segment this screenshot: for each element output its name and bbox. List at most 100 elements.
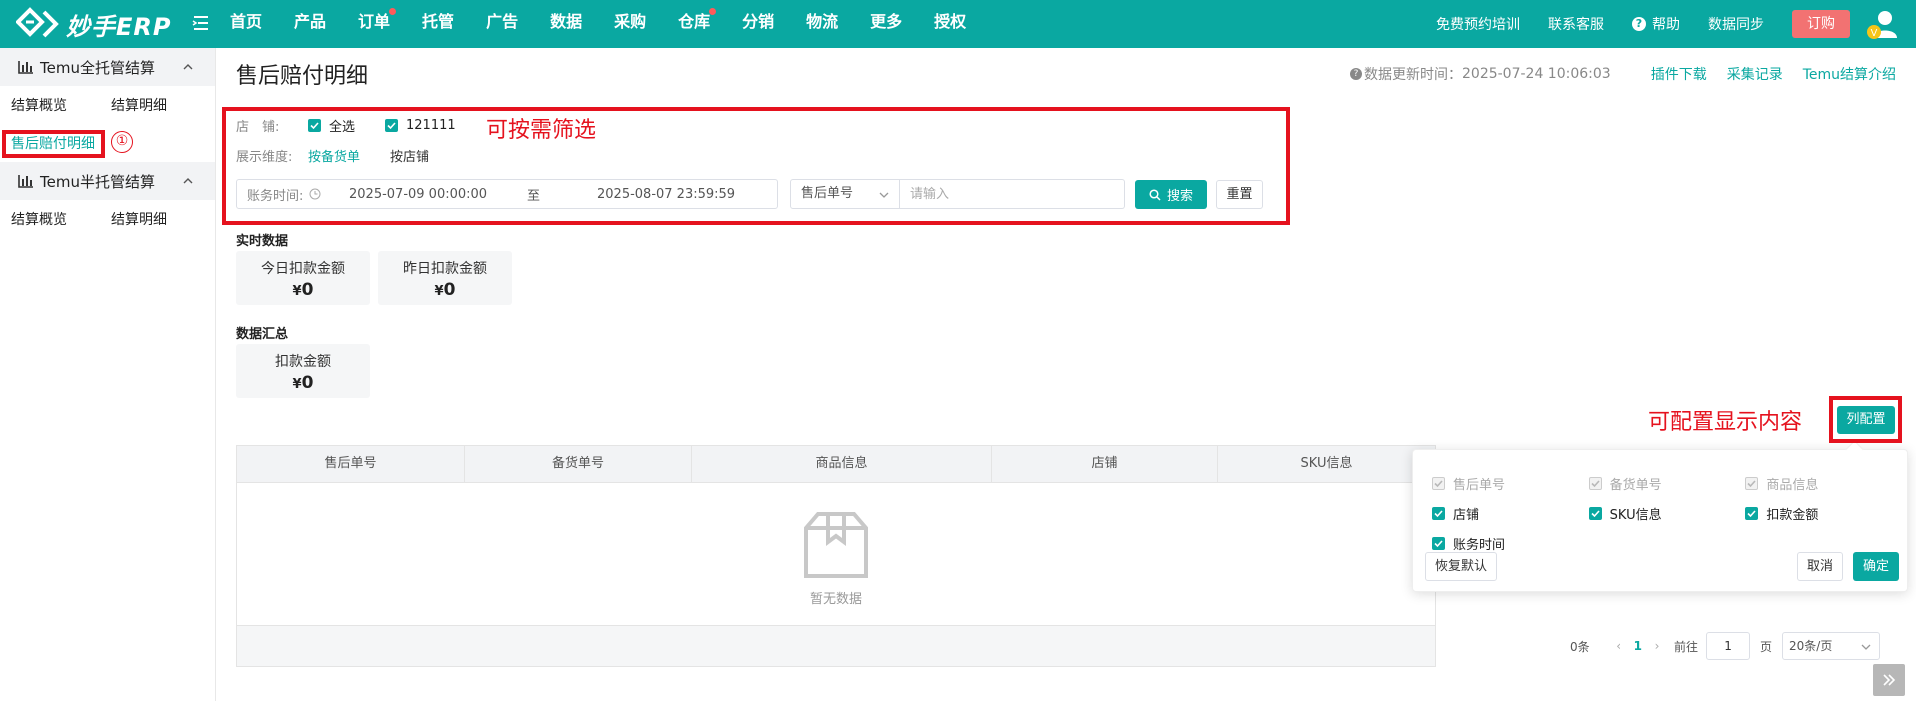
sidebar-item-aftersale-compensation[interactable]: 售后赔付明细 [11, 133, 111, 153]
temu-settlement-intro-link[interactable]: Temu结算介绍 [1803, 64, 1896, 84]
date-separator: 至 [527, 188, 541, 204]
column-header[interactable]: 售后单号 [237, 446, 465, 482]
column-option-deduction-amount[interactable]: 扣款金额 [1745, 504, 1902, 523]
nav-data[interactable]: 数据 [550, 0, 582, 48]
notification-dot [389, 8, 397, 15]
chevron-up-icon [183, 64, 193, 70]
brand-logo[interactable]: 妙手ERP [16, 6, 171, 42]
summary-section-title: 数据汇总 [236, 327, 289, 342]
page-size-select[interactable]: 20条/页 [1782, 632, 1881, 660]
empty-state: 暂无数据 [237, 506, 1435, 607]
user-icon: V [1867, 11, 1897, 39]
table-footer [237, 625, 1435, 666]
empty-box-icon [804, 512, 868, 578]
next-page-icon[interactable]: › [1650, 639, 1664, 653]
empty-text: 暂无数据 [809, 592, 862, 607]
help-icon: ? [1632, 17, 1646, 31]
sidebar-item-semi-settlement-detail[interactable]: 结算明细 [111, 209, 211, 229]
nav-logistics[interactable]: 物流 [806, 0, 838, 48]
nav-warehouse[interactable]: 仓库 [678, 0, 717, 48]
nav-ads[interactable]: 广告 [486, 0, 518, 48]
page-title: 售后赔付明细 [236, 64, 369, 89]
sidebar-group-label: Temu全托管结算 [40, 58, 155, 77]
column-option-account-time[interactable]: 账务时间 [1432, 534, 1589, 553]
column-header[interactable]: 店铺 [992, 446, 1218, 482]
nav-hosting[interactable]: 托管 [422, 0, 454, 48]
nav-home[interactable]: 首页 [230, 0, 262, 48]
nav-authorization[interactable]: 授权 [934, 0, 966, 48]
main-nav: 首页 产品 订单 托管 广告 数据 采购 仓库 分销 物流 更多 授权 [230, 0, 998, 48]
sidebar-group-temu-semi[interactable]: Temu半托管结算 [0, 162, 215, 200]
chevron-down-icon [1861, 644, 1871, 650]
column-option-product-info: 商品信息 [1745, 474, 1902, 493]
nav-distribution[interactable]: 分销 [742, 0, 774, 48]
annotation-column-note: 可配置显示内容 [1648, 410, 1803, 435]
update-time: ? 数据更新时间： 2025-07-24 10:06:03 [1350, 64, 1611, 84]
expand-panel-button[interactable] [1873, 664, 1905, 696]
page-number[interactable]: 1 [1634, 639, 1642, 653]
data-table: 售后单号 备货单号 商品信息 店铺 SKU信息 暂无数据 [236, 445, 1436, 667]
total-count: 0条 [1570, 639, 1590, 654]
bar-chart-icon [18, 61, 33, 74]
top-navbar: 妙手ERP 首页 产品 订单 托管 广告 数据 采购 仓库 分销 物流 更多 授… [0, 0, 1916, 48]
question-icon: ? [1350, 68, 1362, 80]
column-option-sku-info[interactable]: SKU信息 [1588, 504, 1746, 523]
date-range-picker[interactable]: 账务时间: 2025-07-09 00:00:00 至 2025-08-07 2… [236, 179, 778, 209]
nav-orders[interactable]: 订单 [358, 0, 397, 48]
menu-toggle-icon[interactable] [190, 12, 212, 34]
goto-page-input[interactable]: 1 [1706, 632, 1751, 660]
pagination: 0条 ‹ 1 › 前往 1 页 20条/页 [1570, 632, 1881, 660]
plugin-download-link[interactable]: 插件下载 [1651, 64, 1707, 84]
reset-button[interactable]: 重置 [1216, 180, 1263, 209]
column-config-button[interactable]: 列配置 [1837, 406, 1895, 434]
nav-more[interactable]: 更多 [870, 0, 902, 48]
cancel-button[interactable]: 取消 [1797, 552, 1843, 581]
column-option-shop[interactable]: 店铺 [1432, 504, 1589, 523]
table-header: 售后单号 备货单号 商品信息 店铺 SKU信息 [237, 446, 1435, 483]
checkbox[interactable] [308, 119, 321, 132]
support-link[interactable]: 联系客服 [1548, 14, 1604, 34]
stat-value: ¥0 [292, 280, 314, 300]
header-info: ? 数据更新时间： 2025-07-24 10:06:03 插件下载 采集记录 T… [1350, 64, 1896, 84]
column-header[interactable]: 备货单号 [465, 446, 692, 482]
column-header[interactable]: SKU信息 [1218, 446, 1435, 482]
user-avatar[interactable]: V [1864, 6, 1900, 42]
dimension-by-stock-order[interactable]: 按备货单 [308, 146, 360, 165]
brand-name: 妙手ERP [66, 12, 172, 41]
training-link[interactable]: 免费预约培训 [1436, 14, 1520, 34]
nav-right: 免费预约培训 联系客服 ? 帮助 数据同步 订购 V [1436, 0, 1916, 48]
dimension-label: 展示维度: [236, 150, 293, 165]
annotation-step-marker: ① [111, 131, 133, 153]
stat-label: 扣款金额 [275, 354, 331, 370]
search-field-value: 售后单号 [801, 186, 854, 201]
collect-record-link[interactable]: 采集记录 [1727, 64, 1783, 84]
notification-dot [709, 8, 717, 15]
sidebar-item-settlement-detail[interactable]: 结算明细 [111, 95, 211, 115]
clock-icon [309, 188, 321, 200]
prev-page-icon[interactable]: ‹ [1612, 639, 1626, 653]
help-link[interactable]: ? 帮助 [1632, 14, 1680, 34]
date-start[interactable]: 2025-07-09 00:00:00 [349, 187, 527, 202]
stat-value: ¥0 [292, 373, 314, 393]
sidebar-item-settlement-overview[interactable]: 结算概览 [11, 95, 111, 115]
search-icon [1149, 188, 1161, 201]
order-button[interactable]: 订购 [1792, 10, 1850, 38]
svg-text:V: V [1871, 28, 1878, 39]
restore-default-button[interactable]: 恢复默认 [1425, 552, 1497, 581]
sidebar-group-temu-full[interactable]: Temu全托管结算 [0, 48, 215, 86]
column-header[interactable]: 商品信息 [692, 446, 992, 482]
nav-products[interactable]: 产品 [294, 0, 326, 48]
nav-purchase[interactable]: 采购 [614, 0, 646, 48]
search-input[interactable] [900, 179, 1125, 209]
dimension-by-shop[interactable]: 按店铺 [390, 146, 429, 165]
sidebar-item-semi-settlement-overview[interactable]: 结算概览 [11, 209, 111, 229]
shop-option-label: 121111 [406, 118, 456, 133]
checkbox[interactable] [385, 119, 399, 132]
search-button[interactable]: 搜索 [1135, 180, 1207, 209]
data-sync-link[interactable]: 数据同步 [1708, 14, 1764, 34]
date-end[interactable]: 2025-08-07 23:59:59 [597, 187, 775, 202]
column-config-popover: 售后单号 备货单号 商品信息 店铺 SKU信息 扣款金额 账务时间 恢复默认 取… [1412, 449, 1908, 592]
confirm-button[interactable]: 确定 [1853, 552, 1899, 581]
stat-value: ¥0 [434, 280, 456, 300]
search-field-select[interactable]: 售后单号 [790, 179, 900, 209]
